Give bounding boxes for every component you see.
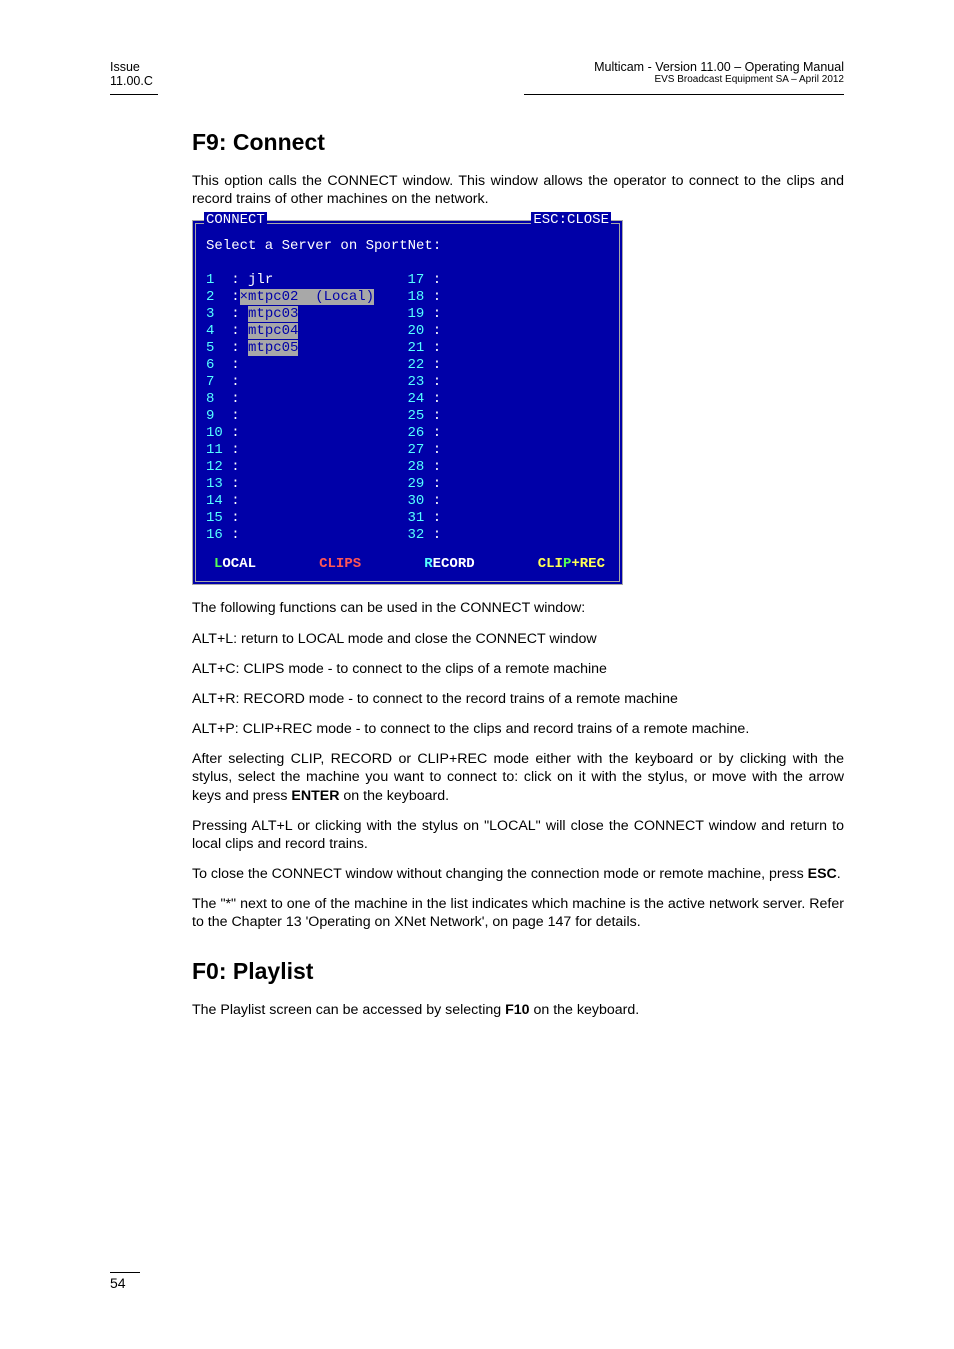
server-list-row[interactable]: 5 : mtpc05 [206, 340, 408, 357]
f10-key: F10 [505, 1002, 529, 1018]
server-list-row[interactable]: 6 : [206, 357, 408, 374]
terminal-footer: LOCAL CLIPS RECORD CLIP+REC [196, 548, 619, 575]
company-line: EVS Broadcast Equipment SA – April 2012 [594, 74, 844, 85]
server-list-row[interactable]: 23 : [408, 374, 610, 391]
footer-clips[interactable]: CLIPS [319, 556, 361, 573]
f0-body-paragraph: The Playlist screen can be accessed by s… [192, 1001, 844, 1019]
server-list-row[interactable]: 15 : [206, 510, 408, 527]
footer-cliprec[interactable]: CLIP+REC [538, 556, 605, 573]
server-list-row[interactable]: 7 : [206, 374, 408, 391]
server-list-row[interactable]: 10 : [206, 425, 408, 442]
header-left-rule [110, 94, 158, 95]
terminal-title-left: CONNECT [204, 212, 267, 229]
page-content: F9: Connect This option calls the CONNEC… [192, 129, 844, 1019]
asterisk-note-paragraph: The "*" next to one of the machine in th… [192, 895, 844, 931]
footer-local[interactable]: LOCAL [214, 556, 256, 573]
pressing-altl-paragraph: Pressing ALT+L or clicking with the styl… [192, 817, 844, 853]
terminal-title-right: ESC:CLOSE [531, 212, 611, 229]
server-list-row[interactable]: 29 : [408, 476, 610, 493]
alt-l-line: ALT+L: return to LOCAL mode and close th… [192, 630, 844, 648]
terminal-prompt: Select a Server on SportNet: [206, 238, 609, 255]
after-select-text-2: on the keyboard. [339, 788, 449, 804]
server-list-row[interactable]: 21 : [408, 340, 610, 357]
terminal-right-column: 17 :18 :19 :20 :21 :22 :23 :24 :25 :26 :… [408, 272, 610, 544]
server-list-row[interactable]: 25 : [408, 408, 610, 425]
esc-key: ESC [808, 866, 837, 882]
server-list-row[interactable]: 8 : [206, 391, 408, 408]
server-list-row[interactable]: 31 : [408, 510, 610, 527]
functions-intro: The following functions can be used in t… [192, 599, 844, 617]
server-list-row[interactable]: 14 : [206, 493, 408, 510]
close-window-text-1: To close the CONNECT window without chan… [192, 866, 808, 882]
header-product: Multicam - Version 11.00 – Operating Man… [594, 60, 844, 85]
section-heading-f9: F9: Connect [192, 129, 844, 156]
close-window-paragraph: To close the CONNECT window without chan… [192, 865, 844, 883]
page-number: 54 [110, 1275, 126, 1291]
page-header: Issue 11.00.C Multicam - Version 11.00 –… [110, 60, 844, 88]
server-list-row[interactable]: 30 : [408, 493, 610, 510]
server-list-row[interactable]: 32 : [408, 527, 610, 544]
server-list-row[interactable]: 17 : [408, 272, 610, 289]
f0-body-text-2: on the keyboard. [530, 1002, 640, 1018]
f9-intro-paragraph: This option calls the CONNECT window. Th… [192, 172, 844, 208]
header-right-rule [524, 94, 844, 95]
server-list-row[interactable]: 20 : [408, 323, 610, 340]
after-select-text-1: After selecting CLIP, RECORD or CLIP+REC… [192, 751, 844, 803]
terminal-left-column: 1 : jlr2 :×mtpc02 (Local)3 : mtpc034 : m… [206, 272, 408, 544]
footer-record[interactable]: RECORD [424, 556, 474, 573]
server-list-row[interactable]: 24 : [408, 391, 610, 408]
server-list-row[interactable]: 16 : [206, 527, 408, 544]
alt-r-line: ALT+R: RECORD mode - to connect to the r… [192, 690, 844, 708]
server-list-row[interactable]: 26 : [408, 425, 610, 442]
enter-key: ENTER [291, 788, 339, 804]
server-list-row[interactable]: 9 : [206, 408, 408, 425]
issue-label: Issue [110, 60, 153, 74]
server-list-row[interactable]: 22 : [408, 357, 610, 374]
server-list-row[interactable]: 3 : mtpc03 [206, 306, 408, 323]
terminal-columns: 1 : jlr2 :×mtpc02 (Local)3 : mtpc034 : m… [206, 272, 609, 544]
connect-terminal: CONNECT ESC:CLOSE Select a Server on Spo… [192, 220, 623, 585]
close-window-text-2: . [837, 866, 841, 882]
server-list-row[interactable]: 2 :×mtpc02 (Local) [206, 289, 408, 306]
server-list-row[interactable]: 11 : [206, 442, 408, 459]
after-select-paragraph: After selecting CLIP, RECORD or CLIP+REC… [192, 750, 844, 805]
server-list-row[interactable]: 1 : jlr [206, 272, 408, 289]
header-issue: Issue 11.00.C [110, 60, 153, 88]
section-heading-f0: F0: Playlist [192, 958, 844, 985]
alt-c-line: ALT+C: CLIPS mode - to connect to the cl… [192, 660, 844, 678]
server-list-row[interactable]: 4 : mtpc04 [206, 323, 408, 340]
f0-body-text-1: The Playlist screen can be accessed by s… [192, 1002, 505, 1018]
product-title: Multicam - Version 11.00 – Operating Man… [594, 60, 844, 74]
alt-p-line: ALT+P: CLIP+REC mode - to connect to the… [192, 720, 844, 738]
server-list-row[interactable]: 28 : [408, 459, 610, 476]
issue-value: 11.00.C [110, 74, 153, 88]
server-list-row[interactable]: 13 : [206, 476, 408, 493]
page-number-rule [110, 1272, 140, 1273]
server-list-row[interactable]: 12 : [206, 459, 408, 476]
server-list-row[interactable]: 19 : [408, 306, 610, 323]
server-list-row[interactable]: 27 : [408, 442, 610, 459]
server-list-row[interactable]: 18 : [408, 289, 610, 306]
terminal-titlebar: CONNECT ESC:CLOSE [196, 212, 619, 229]
